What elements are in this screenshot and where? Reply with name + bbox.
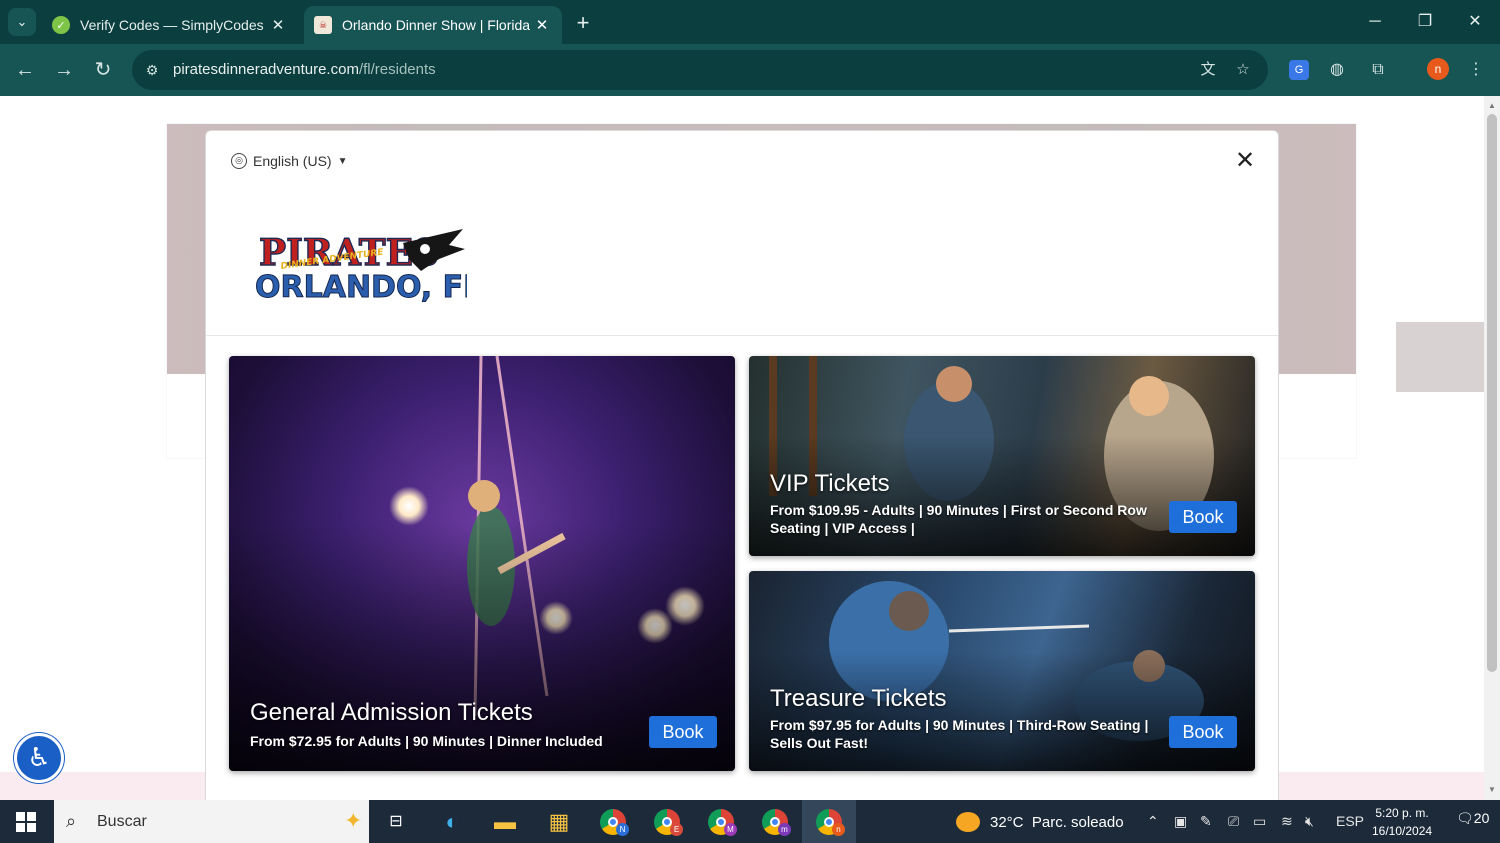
caret-down-icon: ▼ — [337, 155, 348, 167]
tab-search-dropdown[interactable]: ⌄ — [8, 8, 36, 36]
chrome-profile-m2-icon[interactable]: m — [759, 806, 791, 838]
skull-icon — [420, 244, 430, 254]
tab-orlando-dinner-show[interactable]: ☠ Orlando Dinner Show | Florida D ✕ — [304, 6, 562, 44]
url-text[interactable]: piratesdinneradventure.com/fl/residents — [173, 61, 436, 78]
search-placeholder: Buscar — [97, 813, 147, 830]
modal-divider — [206, 335, 1278, 336]
weather-temp: 32°C — [990, 813, 1024, 831]
url-path: /fl/residents — [358, 61, 436, 78]
accessibility-icon: ♿ — [27, 742, 51, 772]
bookmark-star-icon[interactable]: ☆ — [1232, 59, 1254, 81]
volume-muted-icon[interactable]: 🔇︎ — [1305, 813, 1314, 830]
search-icon: ⌕ — [66, 811, 77, 831]
card-title: VIP Tickets — [770, 470, 890, 497]
scroll-down-arrow-icon[interactable]: ▼ — [1484, 782, 1500, 798]
chrome-badge: m — [778, 823, 791, 836]
card-description: From $72.95 for Adults | 90 Minutes | Di… — [250, 733, 603, 749]
google-translate-extension-icon[interactable]: G — [1289, 60, 1309, 80]
language-label: English (US) — [253, 153, 332, 169]
task-view-icon[interactable]: ⊟ — [380, 806, 412, 838]
close-tab-icon[interactable]: ✕ — [268, 16, 288, 34]
system-clock[interactable]: 5:20 p. m. 16/10/2024 — [1372, 804, 1432, 840]
book-vip-button[interactable]: Book — [1169, 501, 1237, 533]
logo-text-city: ORLANDO, FL — [255, 270, 467, 303]
restore-button[interactable]: ❐ — [1410, 8, 1440, 36]
chrome-badge: n — [832, 823, 845, 836]
page-scrollbar[interactable]: ▲ ▼ — [1484, 96, 1500, 800]
book-treasure-button[interactable]: Book — [1169, 716, 1237, 748]
treasure-tickets-card[interactable]: Treasure Tickets From $97.95 for Adults … — [749, 571, 1255, 771]
camera-icon[interactable]: ⎚ — [1228, 813, 1239, 830]
wifi-icon[interactable]: ≋ — [1281, 813, 1293, 830]
reload-button[interactable]: ↻ — [89, 56, 117, 84]
scroll-up-arrow-icon[interactable]: ▲ — [1484, 98, 1500, 114]
card-description: From $97.95 for Adults | 90 Minutes | Th… — [770, 717, 1149, 751]
address-bar[interactable]: ⚙ piratesdinneradventure.com/fl/resident… — [132, 50, 1268, 90]
card-title: General Admission Tickets — [250, 699, 533, 726]
general-admission-card[interactable]: General Admission Tickets From $72.95 fo… — [229, 356, 735, 771]
minimize-button[interactable]: ─ — [1360, 8, 1390, 36]
chrome-profile-n2-icon[interactable]: n — [813, 806, 845, 838]
book-general-admission-button[interactable]: Book — [649, 716, 717, 748]
page-viewport: ◎ English (US) ▼ ✕ PIRATES DINNER ADVENT… — [0, 96, 1484, 800]
windows-taskbar: ⌕ Buscar ✦ ⊟ ◐ ▬ ▦ N E M m n 32°C Parc. … — [0, 800, 1500, 843]
clock-time: 5:20 p. m. — [1375, 806, 1429, 820]
weather-sun-icon — [956, 812, 980, 832]
globe-icon: ◎ — [231, 153, 247, 169]
simplycodes-favicon-icon: ✓ — [52, 16, 70, 34]
battery-icon[interactable]: ▭ — [1253, 813, 1266, 830]
back-button[interactable]: ← — [11, 56, 39, 84]
forward-button[interactable]: → — [50, 56, 78, 84]
browser-tab-bar: ⌄ ✓ Verify Codes — SimplyCodes ✕ ☠ Orlan… — [0, 0, 1500, 44]
globe-extension-icon[interactable]: ◍ — [1325, 58, 1349, 82]
vip-tickets-card[interactable]: VIP Tickets From $109.95 - Adults | 90 M… — [749, 356, 1255, 556]
ticket-selection-modal: ◎ English (US) ▼ ✕ PIRATES DINNER ADVENT… — [205, 130, 1279, 800]
extensions-puzzle-icon[interactable]: ⧉ — [1366, 58, 1390, 82]
weather-desc: Parc. soleado — [1031, 813, 1124, 831]
show-hidden-icons-chevron-icon[interactable]: ⌃ — [1147, 813, 1159, 830]
pen-icon[interactable]: ✎ — [1200, 813, 1212, 830]
translate-icon[interactable]: 文 — [1197, 59, 1219, 81]
accessibility-button[interactable]: ♿ — [14, 733, 64, 783]
input-language[interactable]: ESP — [1336, 813, 1364, 829]
new-tab-button[interactable]: + — [570, 10, 596, 36]
close-tab-icon[interactable]: ✕ — [532, 16, 552, 34]
chrome-badge: E — [670, 823, 683, 836]
pirates-orlando-logo: PIRATES DINNER ADVENTURE ORLANDO, FL — [255, 229, 467, 303]
site-settings-icon[interactable]: ⚙ — [142, 60, 162, 80]
tray-app-icon[interactable]: ▣ — [1174, 813, 1187, 830]
profile-avatar[interactable]: n — [1427, 58, 1449, 80]
store-icon[interactable]: ▦ — [543, 806, 575, 838]
tab-simplycodes[interactable]: ✓ Verify Codes — SimplyCodes ✕ — [42, 6, 298, 44]
search-highlight-icon: ✦ — [344, 808, 363, 833]
language-selector[interactable]: ◎ English (US) ▼ — [231, 153, 348, 169]
notifications-button[interactable]: 🗨︎20 — [1456, 810, 1489, 827]
notification-count: 20 — [1473, 810, 1490, 826]
chrome-badge: N — [616, 823, 629, 836]
tab-title: Orlando Dinner Show | Florida D — [342, 17, 532, 33]
browser-toolbar: ← → ↻ ⚙ piratesdinneradventure.com/fl/re… — [0, 44, 1500, 96]
scrollbar-thumb[interactable] — [1487, 114, 1497, 672]
taskbar-search[interactable]: ⌕ Buscar ✦ — [54, 800, 369, 843]
card-title: Treasure Tickets — [770, 685, 947, 712]
url-host: piratesdinneradventure.com — [173, 61, 359, 78]
tab-title: Verify Codes — SimplyCodes — [80, 17, 264, 33]
chrome-profile-n-icon[interactable]: N — [597, 806, 629, 838]
chrome-badge: M — [724, 823, 737, 836]
weather-widget[interactable]: 32°C Parc. soleado — [956, 812, 1124, 832]
windows-start-button[interactable] — [16, 812, 36, 832]
browser-menu-icon[interactable]: ⋮ — [1464, 58, 1488, 82]
card-description: From $109.95 - Adults | 90 Minutes | Fir… — [770, 502, 1147, 536]
close-window-button[interactable]: ✕ — [1460, 8, 1490, 36]
pirates-favicon-icon: ☠ — [314, 16, 332, 34]
chevron-down-icon: ⌄ — [16, 14, 28, 29]
edge-icon[interactable]: ◐ — [436, 806, 468, 838]
clock-date: 16/10/2024 — [1372, 824, 1433, 838]
file-explorer-icon[interactable]: ▬ — [489, 806, 521, 838]
close-modal-button[interactable]: ✕ — [1232, 148, 1258, 174]
chrome-profile-m-icon[interactable]: M — [705, 806, 737, 838]
chrome-profile-e-icon[interactable]: E — [651, 806, 683, 838]
